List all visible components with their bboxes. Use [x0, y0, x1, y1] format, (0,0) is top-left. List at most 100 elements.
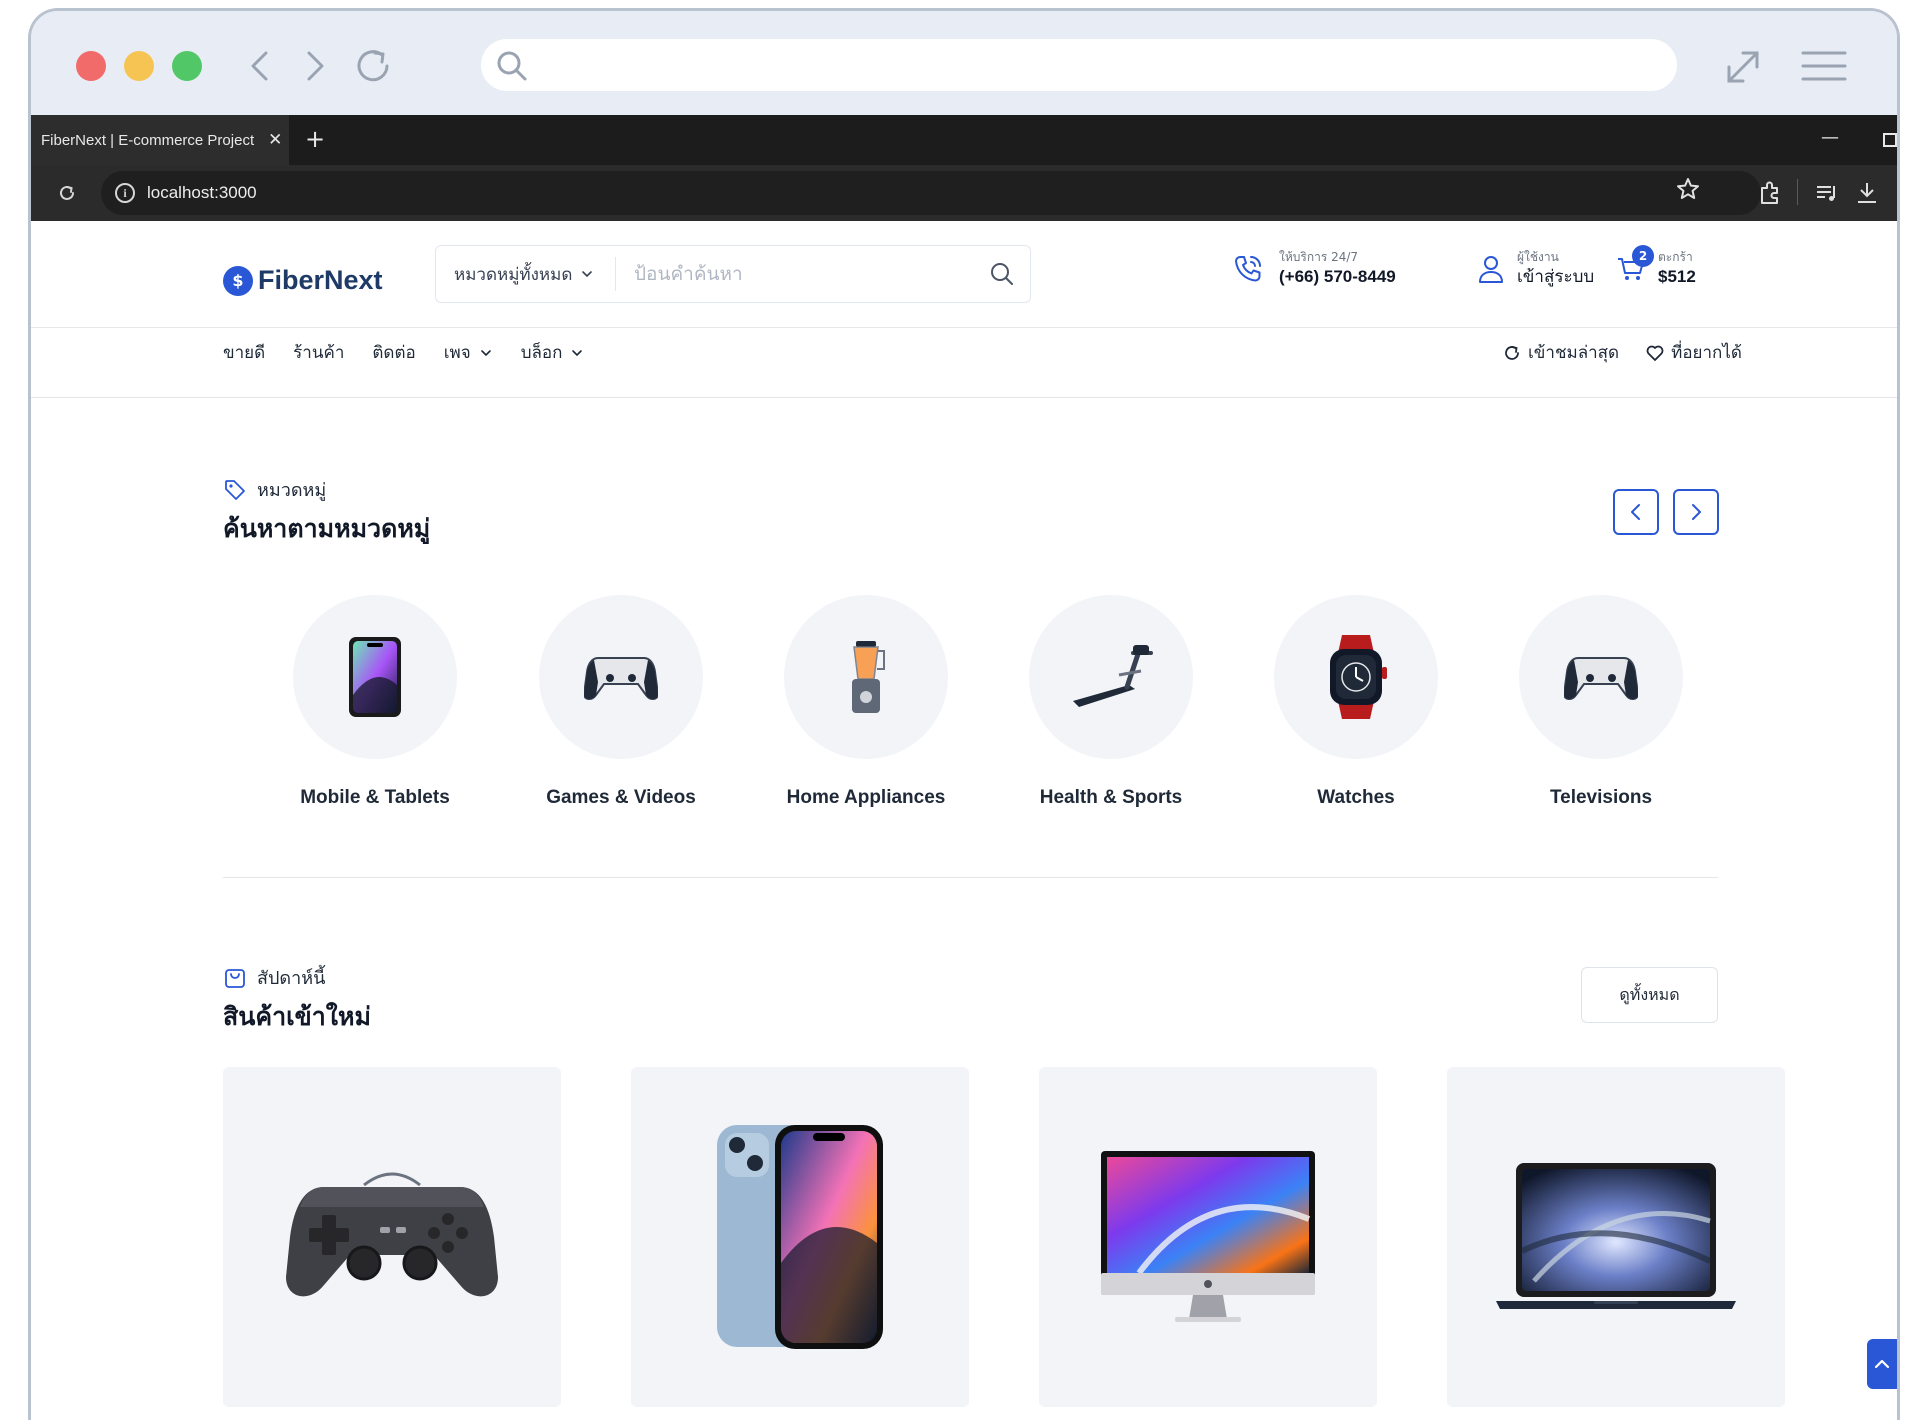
- browser-tab[interactable]: FiberNext | E-commerce Project ✕: [31, 115, 289, 165]
- search-category-select[interactable]: หมวดหมู่ทั้งหมด: [436, 257, 616, 291]
- category-name: Games & Videos: [546, 787, 696, 808]
- nav-label: ร้านค้า: [293, 343, 345, 363]
- nav-divider: [31, 397, 1897, 398]
- category-name: Mobile & Tablets: [300, 787, 450, 808]
- address-bar-row: i localhost:3000: [31, 165, 1897, 221]
- mac-title-bar: [31, 11, 1897, 115]
- category-name: Health & Sports: [1039, 787, 1183, 808]
- refresh-icon: [1505, 345, 1519, 360]
- category-circle: [784, 595, 948, 759]
- header-divider: [31, 327, 1897, 328]
- product-card[interactable]: [1447, 1067, 1785, 1407]
- zoom-window-dot[interactable]: [172, 51, 202, 81]
- tab-title: FiberNext | E-commerce Project: [41, 131, 255, 149]
- chevron-left-icon: [1631, 504, 1640, 520]
- reload-icon[interactable]: [349, 41, 399, 91]
- login-text: เข้าสู่ระบบ: [1517, 267, 1595, 287]
- account-login[interactable]: ผู้ใช้งาน เข้าสู่ระบบ: [1477, 249, 1594, 289]
- hamburger-menu-icon[interactable]: [1801, 49, 1847, 83]
- new-products-title: สินค้าเข้าใหม่: [223, 1002, 371, 1031]
- close-window-dot[interactable]: [76, 51, 106, 81]
- back-icon[interactable]: [236, 41, 286, 91]
- category-card-televisions[interactable]: Televisions: [1479, 595, 1723, 809]
- category-name: Home Appliances: [786, 787, 946, 808]
- main-nav: ขายดี ร้านค้า ติดต่อ เพจ บล็อก: [223, 339, 612, 366]
- nav-pages[interactable]: เพจ: [444, 339, 493, 366]
- tab-strip: FiberNext | E-commerce Project ✕ + —: [31, 115, 1897, 165]
- product-card[interactable]: [631, 1067, 969, 1407]
- nav-contact[interactable]: ติดต่อ: [372, 339, 415, 366]
- reload-icon[interactable]: [55, 181, 79, 205]
- view-all-button[interactable]: ดูทั้งหมด: [1581, 967, 1718, 1023]
- gamepad-icon: [1564, 657, 1638, 700]
- minimize-icon[interactable]: —: [1821, 127, 1839, 148]
- nav-right: เข้าชมล่าสุด ที่อยากได้: [1476, 339, 1742, 366]
- forward-icon[interactable]: [289, 41, 339, 91]
- download-icon[interactable]: [1853, 179, 1881, 207]
- search-category-label: หมวดหมู่ทั้งหมด: [454, 264, 573, 285]
- category-card-games[interactable]: Games & Videos: [499, 595, 743, 809]
- bookmark-star-icon[interactable]: [1676, 177, 1700, 201]
- treadmill-icon: [1073, 645, 1153, 707]
- category-circle: [1519, 595, 1683, 759]
- imac-image: [1101, 1151, 1315, 1322]
- account-label: ผู้ใช้งาน: [1517, 250, 1559, 264]
- category-circle: [1029, 595, 1193, 759]
- phone-icon: [349, 637, 401, 717]
- iphone-image: [717, 1125, 883, 1349]
- macbook-image: [1496, 1163, 1736, 1309]
- logo-text: FiberNext: [258, 265, 383, 295]
- new-tab-button[interactable]: +: [305, 125, 325, 153]
- category-name: Televisions: [1549, 787, 1653, 808]
- nav-blog[interactable]: บล็อก: [521, 339, 585, 366]
- support-phone: (+66) 570-8449: [1279, 267, 1396, 286]
- scroll-to-top-button[interactable]: [1867, 1339, 1897, 1389]
- category-circle: [539, 595, 703, 759]
- search-icon[interactable]: [988, 260, 1016, 288]
- cart-total: $512: [1658, 267, 1696, 286]
- site-search: หมวดหมู่ทั้งหมด: [435, 245, 1031, 303]
- product-card[interactable]: [1039, 1067, 1377, 1407]
- cart-label: ตะกร้า: [1658, 250, 1693, 264]
- section-divider: [223, 877, 1718, 878]
- search-icon: [497, 51, 527, 81]
- nav-label: บล็อก: [520, 343, 563, 363]
- carousel-next-button[interactable]: [1673, 489, 1719, 535]
- minimize-window-dot[interactable]: [124, 51, 154, 81]
- nav-shop[interactable]: ร้านค้า: [293, 339, 344, 366]
- close-tab-icon[interactable]: ✕: [268, 130, 282, 150]
- support-contact[interactable]: ให้บริการ 24/7 (+66) 570-8449: [1231, 249, 1396, 289]
- recently-viewed-label: เข้าชมล่าสุด: [1528, 343, 1620, 363]
- joystick-image: [286, 1172, 498, 1297]
- cart[interactable]: 2 ตะกร้า $512: [1616, 245, 1696, 289]
- wishlist-link[interactable]: ที่อยากได้: [1645, 339, 1742, 366]
- category-circle: [1274, 595, 1438, 759]
- recently-viewed-link[interactable]: เข้าชมล่าสุด: [1502, 339, 1619, 366]
- blender-icon: [852, 641, 885, 713]
- nav-bestsellers[interactable]: ขายดี: [223, 339, 265, 366]
- category-card-mobile[interactable]: Mobile & Tablets: [253, 595, 497, 809]
- categories-tag: หมวดหมู่: [223, 475, 326, 504]
- carousel-prev-button[interactable]: [1613, 489, 1659, 535]
- toolbar-separator: [1797, 179, 1798, 205]
- phone-call-icon: [1235, 256, 1261, 282]
- expand-icon[interactable]: [1721, 45, 1765, 89]
- media-controls-icon[interactable]: [1813, 179, 1841, 207]
- category-card-watches[interactable]: Watches: [1234, 595, 1478, 809]
- category-name: Watches: [1317, 787, 1395, 808]
- category-card-health-sports[interactable]: Health & Sports: [989, 595, 1233, 809]
- maximize-icon[interactable]: [1883, 133, 1897, 147]
- site-info-icon[interactable]: i: [115, 183, 135, 203]
- extensions-icon[interactable]: [1756, 179, 1784, 207]
- chevron-down-icon: [480, 349, 491, 356]
- address-field[interactable]: i localhost:3000: [101, 171, 1761, 215]
- bag-icon: [225, 968, 245, 988]
- mac-url-bar[interactable]: [481, 39, 1677, 91]
- search-input[interactable]: [634, 263, 974, 285]
- product-card[interactable]: [223, 1067, 561, 1407]
- chevron-down-icon: [572, 349, 583, 356]
- logo-mark-icon: $: [223, 265, 253, 296]
- category-card-home-appliances[interactable]: Home Appliances: [744, 595, 988, 809]
- site-logo[interactable]: $ FiberNext: [223, 265, 383, 296]
- nav-label: ติดต่อ: [372, 343, 416, 363]
